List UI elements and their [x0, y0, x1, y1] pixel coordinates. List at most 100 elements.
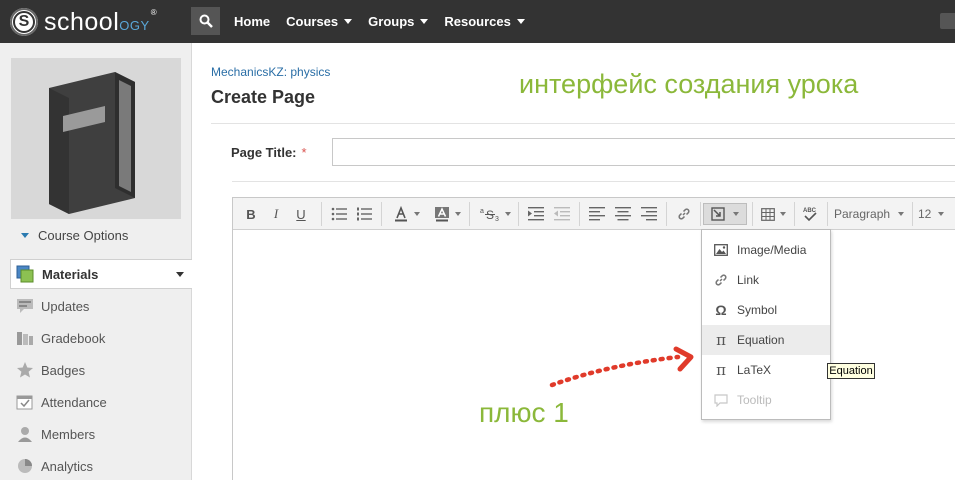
left-sidebar: Course Options Materials Updates Gradebo…	[0, 43, 192, 480]
align-center-icon	[615, 207, 631, 221]
spellcheck-button[interactable]: ABC	[798, 203, 822, 225]
sidebar-item-members[interactable]: Members	[15, 422, 95, 446]
chevron-down-icon	[504, 212, 511, 216]
toolbar-separator	[469, 202, 470, 226]
annotation-bottom-text: плюс 1	[479, 397, 569, 428]
insert-link-button[interactable]	[673, 203, 695, 225]
align-left-button[interactable]	[586, 203, 608, 225]
svg-text:3: 3	[495, 216, 499, 222]
superscript-subscript-icon: aS3	[480, 208, 499, 222]
chevron-down-icon	[898, 212, 905, 216]
table-icon	[760, 207, 775, 221]
superscript-subscript-button[interactable]: aS3	[476, 203, 514, 225]
search-icon	[199, 14, 213, 28]
menu-item-equation[interactable]: π Equation	[702, 325, 830, 355]
sidebar-item-badges[interactable]: Badges	[15, 358, 85, 382]
indent-button[interactable]	[525, 203, 547, 225]
paragraph-format-select[interactable]: Paragraph	[834, 203, 908, 225]
nav-groups[interactable]: Groups	[368, 14, 429, 29]
toolbar-separator	[794, 202, 795, 226]
align-right-icon	[641, 207, 657, 221]
text-color-button[interactable]	[388, 203, 424, 225]
badge-icon	[15, 361, 35, 379]
search-button[interactable]	[191, 7, 220, 35]
book-icon	[49, 72, 135, 214]
outdent-icon	[554, 207, 570, 221]
materials-icon	[16, 265, 34, 283]
numbered-list-button[interactable]	[353, 203, 375, 225]
bullet-list-icon	[331, 207, 347, 221]
divider	[232, 181, 955, 182]
underline-button[interactable]: U	[293, 203, 309, 225]
sidebar-item-attendance[interactable]: Attendance	[15, 390, 107, 414]
page-title-input[interactable]	[332, 138, 955, 166]
chevron-down-icon	[454, 212, 461, 216]
nav-courses[interactable]: Courses	[286, 14, 353, 29]
annotation-arrow	[549, 346, 694, 388]
speech-bubble-icon	[713, 393, 729, 407]
top-navigation-bar: S schoology® Home Courses Groups Resourc…	[0, 0, 955, 43]
chevron-down-icon	[420, 19, 429, 24]
toolbar-separator	[912, 202, 913, 226]
menu-item-image-media[interactable]: Image/Media	[702, 235, 830, 265]
chevron-down-icon	[938, 212, 945, 216]
chevron-down-icon	[176, 272, 184, 277]
toolbar-separator	[579, 202, 580, 226]
editor-toolbar: B I U aS3 ABC Paragraph 12	[233, 198, 955, 230]
chevron-down-icon	[733, 212, 739, 216]
required-marker: *	[301, 145, 307, 160]
chevron-down-icon	[344, 19, 353, 24]
spellcheck-icon: ABC	[803, 208, 817, 222]
schoology-logo[interactable]: S schoology®	[10, 7, 157, 37]
attendance-icon	[15, 393, 35, 411]
toolbar-separator	[381, 202, 382, 226]
bold-button[interactable]: B	[243, 203, 259, 225]
font-size-select[interactable]: 12	[918, 203, 952, 225]
insert-menu-button[interactable]	[703, 203, 747, 225]
chevron-down-icon	[413, 212, 420, 216]
gradebook-icon	[15, 329, 35, 347]
highlight-color-button[interactable]	[429, 203, 465, 225]
caret-down-icon	[21, 233, 29, 238]
sidebar-item-gradebook[interactable]: Gradebook	[15, 326, 105, 350]
sidebar-item-updates[interactable]: Updates	[15, 294, 89, 318]
breadcrumb[interactable]: MechanicsKZ: physics	[211, 65, 330, 79]
bullet-list-button[interactable]	[328, 203, 350, 225]
pi-icon: π	[716, 361, 726, 379]
chevron-down-icon	[779, 212, 786, 216]
link-icon	[713, 273, 729, 287]
menu-item-symbol[interactable]: Ω Symbol	[702, 295, 830, 325]
toolbar-separator	[752, 202, 753, 226]
toolbar-separator	[827, 202, 828, 226]
annotation-top-text: интерфейс создания урока	[519, 69, 859, 99]
outdent-button[interactable]	[551, 203, 573, 225]
text-color-icon	[394, 206, 407, 222]
course-options-toggle[interactable]: Course Options	[21, 228, 128, 243]
link-icon	[678, 208, 690, 220]
numbered-list-icon	[357, 207, 372, 221]
insert-icon	[711, 207, 725, 221]
toolbar-separator	[518, 202, 519, 226]
sidebar-item-materials[interactable]: Materials	[10, 259, 192, 289]
align-center-button[interactable]	[612, 203, 634, 225]
nav-resources[interactable]: Resources	[444, 14, 525, 29]
svg-text:ABC: ABC	[803, 208, 817, 214]
equation-tooltip: Equation	[827, 363, 875, 379]
course-image	[11, 58, 181, 219]
toolbar-separator	[700, 202, 701, 226]
insert-dropdown-menu: Image/Media Link Ω Symbol π Equation π L…	[701, 229, 831, 420]
user-menu-button[interactable]	[940, 13, 955, 29]
align-right-button[interactable]	[638, 203, 660, 225]
indent-icon	[528, 207, 544, 221]
pi-icon: π	[716, 331, 726, 349]
insert-table-button[interactable]	[756, 203, 790, 225]
nav-home[interactable]: Home	[234, 14, 270, 29]
italic-button[interactable]: I	[268, 203, 284, 225]
logo-s-icon: S	[10, 8, 38, 36]
menu-item-latex[interactable]: π LaTeX	[702, 355, 830, 385]
align-left-icon	[589, 207, 605, 221]
toolbar-separator	[321, 202, 322, 226]
sidebar-item-analytics[interactable]: Analytics	[15, 454, 93, 478]
menu-item-link[interactable]: Link	[702, 265, 830, 295]
divider	[211, 123, 955, 124]
